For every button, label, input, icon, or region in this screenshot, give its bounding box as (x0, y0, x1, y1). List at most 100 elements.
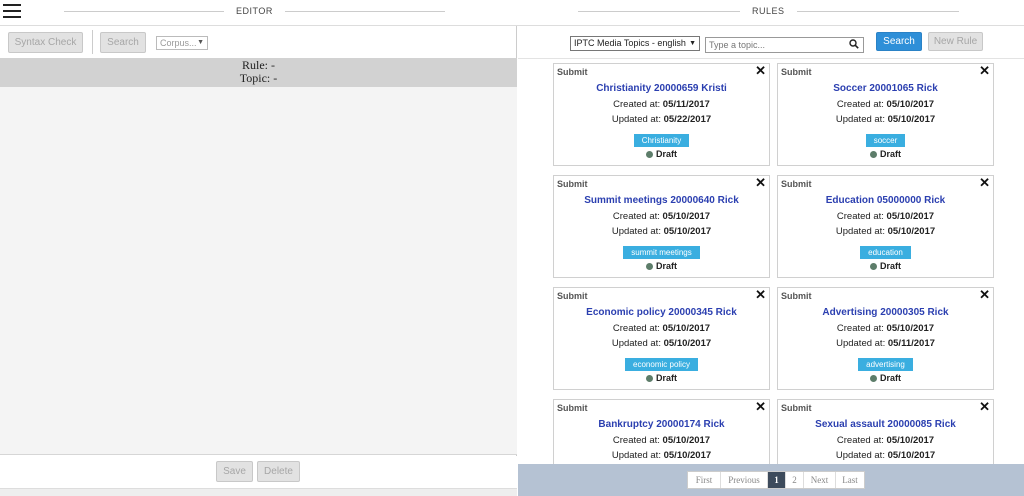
corpus-select[interactable]: Corpus... ▼ (156, 36, 208, 50)
rule-card-title[interactable]: Summit meetings 20000640 Rick (554, 195, 769, 206)
editor-title: EDITOR (236, 6, 273, 16)
status-dot-icon (869, 375, 877, 382)
rule-card-created: Created at: 05/10/2017 (836, 323, 935, 334)
app-root: EDITOR RULES Syntax Check Search Corpus.… (0, 0, 1024, 496)
rule-card-title[interactable]: Sexual assault 20000085 Rick (778, 419, 993, 430)
chevron-down-icon: ▼ (197, 39, 204, 46)
status-badge: Draft (554, 373, 769, 383)
topic-tag: Christianity (633, 134, 690, 147)
close-icon[interactable]: ✕ (979, 400, 990, 414)
rules-section-title: RULES (578, 0, 978, 22)
submit-link[interactable]: Submit (557, 67, 588, 77)
rule-card-updated: Updated at: 05/10/2017 (611, 338, 712, 349)
rule-cards-list: Submit ✕ Christianity 20000659 Kristi Cr… (518, 60, 1024, 464)
editor-search-button[interactable]: Search (100, 32, 146, 53)
submit-link[interactable]: Submit (781, 67, 812, 77)
rule-card-created: Created at: 05/10/2017 (836, 99, 935, 110)
rule-card-title[interactable]: Christianity 20000659 Kristi (554, 83, 769, 94)
rule-card-title[interactable]: Bankruptcy 20000174 Rick (554, 419, 769, 430)
pagination-page-2[interactable]: 2 (786, 472, 804, 488)
topic-search-input[interactable]: Type a topic... (705, 37, 864, 53)
rule-card-updated: Updated at: 05/10/2017 (835, 114, 936, 125)
editor-toolbar: Syntax Check Search Corpus... ▼ (0, 26, 517, 58)
rule-card-updated: Updated at: 05/10/2017 (611, 450, 712, 461)
rules-search-button[interactable]: Search (876, 32, 922, 51)
status-dot-icon (869, 151, 877, 158)
new-rule-button[interactable]: New Rule (928, 32, 983, 51)
submit-link[interactable]: Submit (557, 291, 588, 301)
taxonomy-select[interactable]: IPTC Media Topics - english ▼ (570, 36, 700, 51)
close-icon[interactable]: ✕ (755, 400, 766, 414)
rule-card: Submit ✕ Sexual assault 20000085 Rick Cr… (777, 399, 994, 464)
rule-card-created: Created at: 05/10/2017 (836, 211, 935, 222)
close-icon[interactable]: ✕ (755, 64, 766, 78)
topic-tag: economic policy (625, 358, 698, 371)
rule-card-updated: Updated at: 05/10/2017 (611, 226, 712, 237)
pagination: First Previous 1 2 Next Last (687, 471, 865, 489)
pagination-next[interactable]: Next (804, 472, 836, 488)
rule-card: Submit ✕ Christianity 20000659 Kristi Cr… (553, 63, 770, 166)
save-button[interactable]: Save (216, 461, 253, 482)
search-icon[interactable] (849, 39, 859, 49)
toolbar-divider (92, 30, 93, 54)
close-icon[interactable]: ✕ (979, 64, 990, 78)
status-badge: Draft (778, 373, 993, 383)
rule-card-title[interactable]: Soccer 20001065 Rick (778, 83, 993, 94)
editor-bottom-strip (0, 488, 517, 496)
rule-card-created: Created at: 05/10/2017 (612, 211, 711, 222)
rules-toolbar: IPTC Media Topics - english ▼ Type a top… (518, 26, 1024, 59)
pagination-page-1[interactable]: 1 (768, 472, 786, 488)
topic-tag: education (860, 246, 911, 259)
topic-search-placeholder: Type a topic... (709, 40, 766, 50)
topic-tag: advertising (858, 358, 913, 371)
pagination-last[interactable]: Last (836, 472, 864, 488)
taxonomy-select-value: IPTC Media Topics - english (574, 38, 686, 48)
rule-card-created: Created at: 05/10/2017 (612, 435, 711, 446)
syntax-check-button[interactable]: Syntax Check (8, 32, 83, 53)
submit-link[interactable]: Submit (557, 179, 588, 189)
close-icon[interactable]: ✕ (755, 288, 766, 302)
topic-tag: summit meetings (623, 246, 700, 259)
rule-card-updated: Updated at: 05/22/2017 (611, 114, 712, 125)
rule-card-updated: Updated at: 05/10/2017 (835, 450, 936, 461)
rule-card-title[interactable]: Education 05000000 Rick (778, 195, 993, 206)
topic-tag: soccer (865, 134, 906, 147)
rule-card-title[interactable]: Advertising 20000305 Rick (778, 307, 993, 318)
submit-link[interactable]: Submit (781, 179, 812, 189)
rule-card-created: Created at: 05/10/2017 (612, 323, 711, 334)
delete-button[interactable]: Delete (257, 461, 300, 482)
submit-link[interactable]: Submit (781, 403, 812, 413)
rule-card: Submit ✕ Soccer 20001065 Rick Created at… (777, 63, 994, 166)
rule-card-title[interactable]: Economic policy 20000345 Rick (554, 307, 769, 318)
rule-card: Submit ✕ Economic policy 20000345 Rick C… (553, 287, 770, 390)
close-icon[interactable]: ✕ (979, 176, 990, 190)
status-badge: Draft (554, 149, 769, 159)
status-dot-icon (869, 263, 877, 270)
status-dot-icon (645, 375, 653, 382)
status-dot-icon (645, 263, 653, 270)
pagination-first[interactable]: First (688, 472, 721, 488)
rules-title: RULES (752, 6, 785, 16)
rule-card: Submit ✕ Bankruptcy 20000174 Rick Create… (553, 399, 770, 464)
pagination-previous[interactable]: Previous (721, 472, 768, 488)
status-badge: Draft (778, 261, 993, 271)
close-icon[interactable]: ✕ (979, 288, 990, 302)
editor-section-title: EDITOR (64, 0, 454, 22)
rule-card-updated: Updated at: 05/11/2017 (836, 338, 935, 349)
hamburger-icon[interactable] (3, 4, 21, 20)
topic-label: Topic: - (239, 71, 278, 85)
chevron-down-icon: ▼ (689, 40, 696, 47)
rule-card: Submit ✕ Advertising 20000305 Rick Creat… (777, 287, 994, 390)
rule-info-header: Rule: - Topic: - (0, 58, 517, 87)
rule-editor-textarea[interactable] (0, 87, 517, 455)
submit-link[interactable]: Submit (781, 291, 812, 301)
status-badge: Draft (778, 149, 993, 159)
pagination-bar: First Previous 1 2 Next Last (518, 464, 1024, 496)
rule-card-created: Created at: 05/10/2017 (836, 435, 935, 446)
close-icon[interactable]: ✕ (755, 176, 766, 190)
rule-card: Submit ✕ Education 05000000 Rick Created… (777, 175, 994, 278)
editor-footer: Save Delete (0, 456, 517, 488)
submit-link[interactable]: Submit (557, 403, 588, 413)
rule-card-updated: Updated at: 05/10/2017 (835, 226, 936, 237)
editor-panel: Syntax Check Search Corpus... ▼ Rule: - … (0, 26, 517, 496)
